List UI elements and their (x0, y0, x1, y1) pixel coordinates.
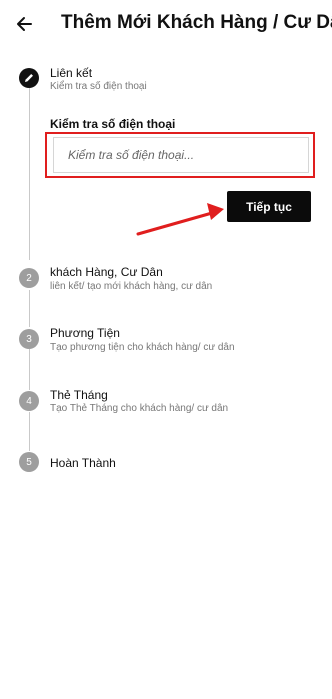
step-3-marker: 3 (19, 329, 39, 349)
step-subtitle: Tạo phương tiện cho khách hàng/ cư dân (50, 342, 235, 353)
step-2-marker: 2 (19, 268, 39, 288)
step-title: khách Hàng, Cư Dân (50, 265, 163, 279)
step-title: Hoàn Thành (50, 456, 116, 470)
step-subtitle: Tạo Thẻ Tháng cho khách hàng/ cư dân (50, 403, 229, 414)
step-5-marker: 5 (19, 452, 39, 472)
step-subtitle: liên kết/ tạo mới khách hàng, cư dân (50, 281, 213, 292)
step-4-marker: 4 (19, 391, 39, 411)
step-title: Thẻ Tháng (50, 388, 108, 402)
continue-button[interactable]: Tiếp tục (227, 191, 311, 222)
step-title: Phương Tiện (50, 326, 120, 340)
